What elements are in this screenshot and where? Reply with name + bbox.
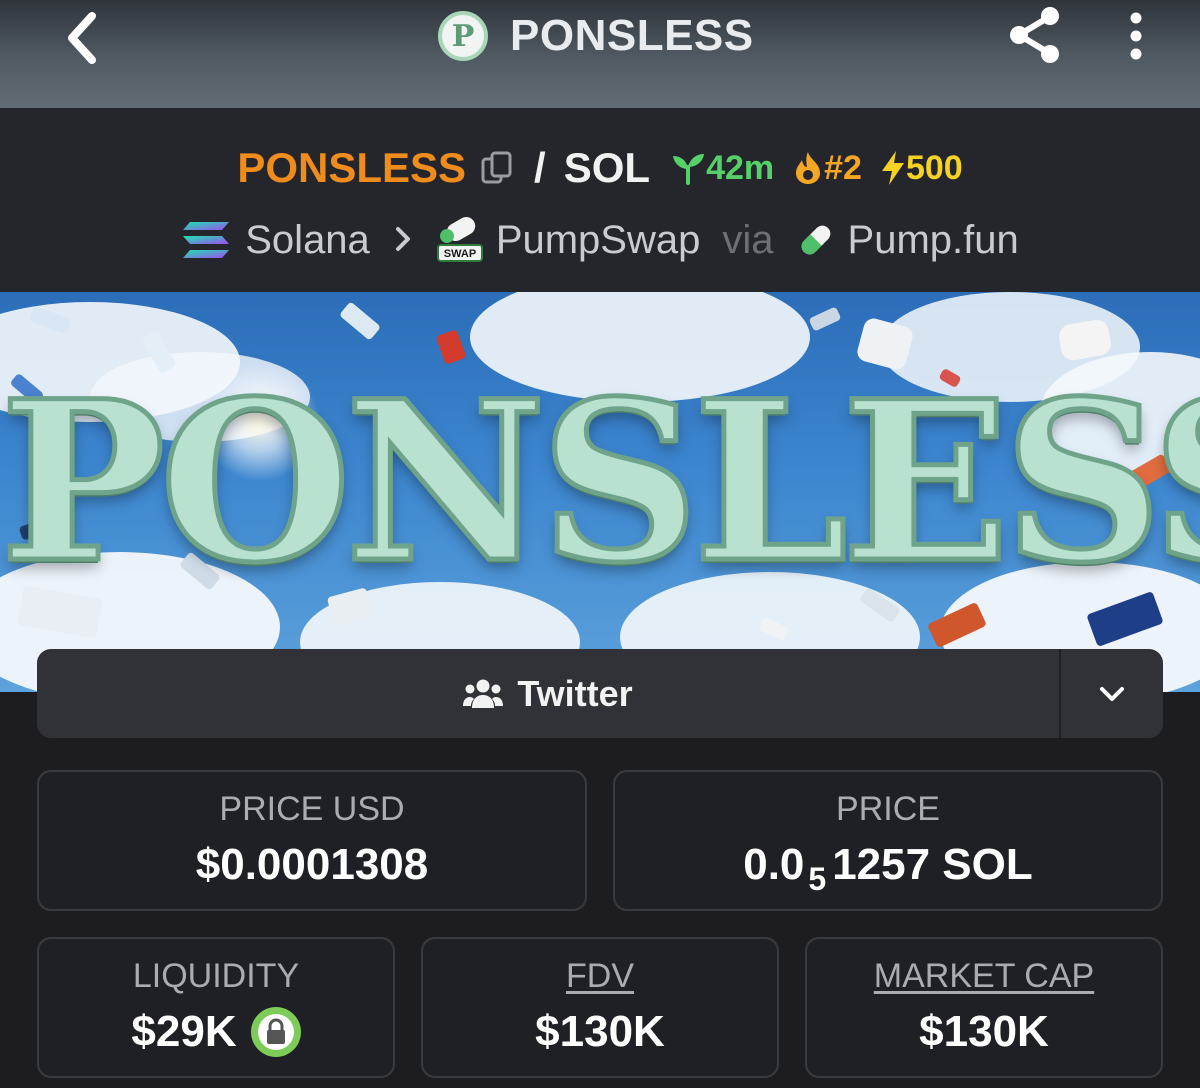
price-native-label: PRICE — [836, 790, 940, 828]
app-title-group: P PONSLESS — [438, 8, 754, 64]
chain-name: Solana — [245, 217, 370, 262]
market-cap-card: MARKET CAP $130K — [805, 937, 1163, 1078]
quote-token-symbol: SOL — [563, 144, 651, 191]
boost-count-value: 500 — [905, 148, 963, 187]
twitter-button[interactable]: Twitter — [37, 649, 1059, 738]
token-banner-image: PONSLESS — [0, 292, 1200, 692]
pair-separator: / — [534, 144, 546, 191]
liquidity-label: LIQUIDITY — [132, 957, 300, 995]
market-cap-label[interactable]: MARKET CAP — [807, 957, 1161, 996]
users-icon — [463, 679, 504, 708]
dex-name: PumpSwap — [495, 217, 701, 262]
price-usd-value: $0.0001308 — [195, 840, 429, 889]
liquidity-card: LIQUIDITY $29K — [37, 937, 395, 1078]
svg-text:SWAP: SWAP — [444, 248, 476, 260]
liquidity-lock-badge[interactable] — [250, 1007, 301, 1057]
top-app-bar: P PONSLESS — [0, 0, 1200, 108]
sprout-icon — [673, 154, 705, 185]
boost-count: 500 — [880, 149, 963, 188]
copy-icon[interactable] — [480, 150, 514, 186]
pill-icon — [801, 225, 830, 255]
price-native-prefix: 0.0 — [743, 840, 805, 889]
chevron-left-icon — [68, 12, 96, 64]
chain-link[interactable]: Solana — [181, 218, 370, 263]
chevron-down-icon — [1100, 686, 1124, 701]
social-dropdown-button[interactable] — [1061, 649, 1163, 738]
trending-rank: #2 — [792, 149, 862, 188]
pair-age-value: 42m — [706, 148, 775, 187]
market-cap-value: $130K — [919, 1007, 1049, 1056]
fdv-value: $130K — [535, 1007, 665, 1056]
fdv-card: FDV $130K — [421, 937, 779, 1078]
pumpswap-icon: SWAP — [436, 217, 483, 262]
pair-route-row: Solana SWAP PumpSwap via Pump.fun — [0, 208, 1200, 272]
price-native-value: 0.0 5 1257 SOL — [615, 840, 1161, 897]
flame-icon — [796, 152, 821, 184]
token-logo: P — [438, 11, 488, 61]
via-label: via — [722, 217, 774, 262]
more-options-button[interactable] — [1112, 8, 1160, 64]
trending-rank-value: #2 — [824, 148, 862, 187]
launchpad-name: Pump.fun — [847, 217, 1019, 262]
social-links-bar: Twitter — [37, 649, 1163, 738]
pair-header: PONSLESS / SOL 42m #2 500 Solana SWAP Pu… — [0, 108, 1200, 292]
dex-link[interactable]: SWAP PumpSwap — [436, 217, 701, 263]
share-button[interactable] — [1002, 4, 1068, 66]
chevron-right-icon — [394, 218, 412, 263]
lock-icon — [257, 1014, 294, 1050]
share-icon — [1010, 7, 1059, 63]
pair-age: 42m — [670, 149, 774, 188]
base-token-symbol: PONSLESS — [237, 144, 467, 191]
more-vertical-icon — [1130, 12, 1142, 60]
liquidity-value-row: $29K — [39, 1007, 393, 1057]
launchpad-link[interactable]: Pump.fun — [796, 218, 1019, 263]
back-button[interactable] — [52, 10, 112, 66]
banner-title: PONSLESS — [0, 352, 1200, 611]
price-native-zero-count: 5 — [808, 860, 827, 897]
price-native-card: PRICE 0.0 5 1257 SOL — [613, 770, 1163, 911]
liquidity-value: $29K — [131, 1007, 237, 1056]
solana-icon — [183, 222, 230, 258]
lightning-icon — [881, 151, 904, 185]
fdv-label[interactable]: FDV — [423, 957, 777, 996]
pair-title-row: PONSLESS / SOL 42m #2 500 — [0, 138, 1200, 198]
price-native-suffix: 1257 SOL — [832, 840, 1033, 889]
twitter-label: Twitter — [517, 672, 633, 714]
price-usd-card: PRICE USD $0.0001308 — [37, 770, 587, 911]
price-usd-label: PRICE USD — [219, 790, 405, 828]
page-title: PONSLESS — [510, 11, 754, 60]
